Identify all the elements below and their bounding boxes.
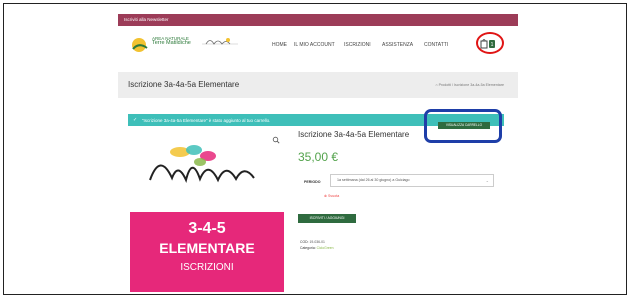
top-bar: Iscriviti alla Newsletter — [118, 14, 518, 26]
nav-contatti[interactable]: CONTATTI — [424, 42, 448, 48]
notice-message: “Iscrizione 3a-4a-5a Elementare” è stato… — [142, 117, 271, 123]
page-title: Iscrizione 3a-4a-5a Elementare — [128, 80, 240, 89]
blue-annotation-box — [424, 109, 502, 143]
sku-value: 19-036-01 — [309, 240, 325, 244]
product-category: Categoria: CicloGreen — [300, 246, 334, 250]
banner-iscrizioni: ISCRIZIONI — [180, 262, 234, 273]
site-logo-icon[interactable] — [130, 36, 150, 52]
red-annotation-circle — [476, 32, 504, 54]
add-to-cart-button[interactable]: ISCRIVITI / AGGIUNGI — [298, 214, 356, 223]
breadcrumb: ⌂ Prodotti / Iscrizione 3a-4a-5a Element… — [435, 83, 505, 87]
banner-elementare: ELEMENTARE — [159, 240, 255, 256]
sku-label: COD: — [300, 240, 309, 244]
product-banner: 3-4-5 ELEMENTARE ISCRIZIONI — [130, 212, 284, 292]
nav-my-account[interactable]: IL MIO ACCOUNT — [294, 42, 335, 48]
nav-iscrizioni[interactable]: ISCRIZIONI — [344, 42, 371, 48]
logo-line-2: Terre Matildiche — [152, 40, 191, 46]
reset-link[interactable]: ⊗ Svuota — [324, 194, 339, 198]
site-header — [118, 26, 518, 72]
check-icon: ✓ — [133, 117, 138, 123]
product-sku: COD: 19-036-01 — [300, 240, 325, 244]
site-logo-text[interactable]: AREA NATURALE Terre Matildiche — [152, 36, 191, 46]
reset-label: Svuota — [328, 194, 340, 198]
chevron-down-icon: ⌄ — [485, 178, 489, 183]
product-price: 35,00 € — [298, 150, 339, 164]
category-link[interactable]: CicloGreen — [317, 246, 334, 250]
newsletter-link[interactable]: Iscriviti alla Newsletter — [124, 17, 169, 22]
ciclgreen-logo-icon — [149, 145, 255, 184]
period-select[interactable]: 1a settimana (dal 26 al 30 giugno) a Gui… — [330, 174, 494, 187]
webpage: Iscriviti alla Newsletter AREA NATURALE … — [118, 14, 518, 292]
breadcrumb-text[interactable]: Prodotti / Iscrizione 3a-4a-5a Elementar… — [439, 83, 504, 87]
product-title: Iscrizione 3a-4a-5a Elementare — [298, 130, 410, 139]
banner-grades: 3-4-5 — [188, 220, 226, 237]
category-label: Categoria: — [300, 246, 316, 250]
page-title-band: Iscrizione 3a-4a-5a Elementare ⌂ Prodott… — [118, 72, 518, 98]
nav-home[interactable]: HOME — [272, 42, 287, 48]
zoom-icon[interactable] — [272, 136, 280, 144]
nav-assistenza[interactable]: ASSISTENZA — [382, 42, 413, 48]
period-label: PERIODO — [304, 180, 321, 184]
partner-logo-icon — [202, 38, 238, 45]
period-select-value: 1a settimana (dal 26 al 30 giugno) a Gui… — [337, 178, 410, 182]
